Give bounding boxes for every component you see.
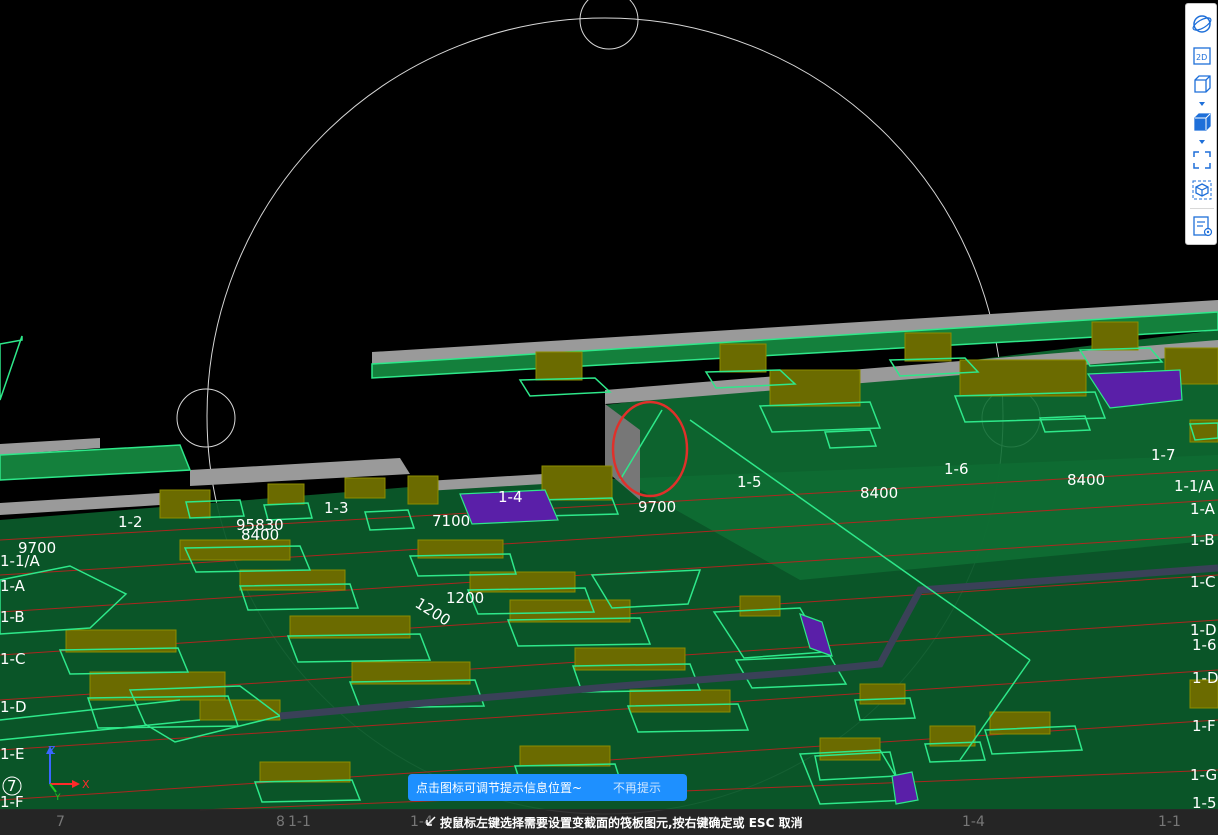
3d-box-button[interactable]	[1190, 72, 1214, 96]
solid-box-button[interactable]	[1190, 110, 1214, 134]
svg-text:8400: 8400	[241, 526, 279, 544]
status-grid-label: 8	[276, 814, 285, 830]
2d-view-button[interactable]: 2D	[1190, 44, 1214, 68]
3d-box-icon	[1194, 75, 1211, 93]
status-grid-label: 1-1	[288, 814, 311, 830]
svg-text:2D: 2D	[1196, 53, 1207, 62]
display-settings-icon	[1193, 216, 1213, 237]
svg-text:1-C: 1-C	[1190, 573, 1215, 591]
fullscreen-icon	[1193, 151, 1211, 169]
fullscreen-button[interactable]	[1190, 148, 1214, 172]
svg-text:1-D: 1-D	[0, 698, 27, 716]
toolbar-separator	[1190, 208, 1214, 209]
svg-text:1-1/A: 1-1/A	[1174, 477, 1215, 495]
svg-text:8400: 8400	[1067, 471, 1105, 489]
orbit-handle-top[interactable]	[579, 0, 639, 50]
svg-text:7: 7	[7, 777, 17, 795]
orbit-icon	[1192, 15, 1212, 33]
svg-text:1-4: 1-4	[498, 488, 523, 506]
3d-viewport[interactable]: 1-2 1-3 1-4 1-5 1-6 1-7 1-1/A 1-A 1-B 1-…	[0, 0, 1218, 835]
view-toolbar: 2D	[1185, 3, 1217, 245]
status-bar: 7 8 1-1 1-4 1-4 1-1 按鼠标左键选择需要设置变截面的筏板图元,…	[0, 809, 1218, 835]
svg-text:1-6: 1-6	[1192, 636, 1217, 654]
svg-text:9700: 9700	[18, 539, 56, 557]
view-cube-icon	[1192, 180, 1212, 200]
svg-text:1-3: 1-3	[324, 499, 349, 517]
solid-box-icon	[1194, 113, 1211, 131]
svg-text:1-E: 1-E	[0, 745, 24, 763]
svg-text:1-B: 1-B	[0, 608, 25, 626]
svg-text:1-B: 1-B	[1190, 531, 1215, 549]
svg-text:7100: 7100	[432, 512, 470, 530]
orbit-handle-left[interactable]	[176, 388, 236, 448]
svg-text:1-6: 1-6	[944, 460, 969, 478]
orbit-button[interactable]	[1190, 12, 1214, 36]
status-grid-label: 1-4	[962, 814, 985, 830]
svg-text:1-F: 1-F	[1192, 717, 1216, 735]
axis-z-label: Z	[48, 744, 56, 757]
2d-view-icon: 2D	[1193, 47, 1211, 65]
tip-text: 点击图标可调节提示信息位置~	[416, 781, 583, 795]
status-message: 按鼠标左键选择需要设置变截面的筏板图元,按右键确定或 ESC 取消	[440, 816, 803, 830]
display-mode-dropdown-caret[interactable]	[1197, 138, 1207, 146]
svg-text:1-D: 1-D	[1192, 669, 1218, 687]
svg-text:1-7: 1-7	[1151, 446, 1176, 464]
axis-y-label: Y	[54, 793, 61, 802]
axis-x-label: X	[82, 778, 90, 791]
svg-text:1-A: 1-A	[1190, 500, 1216, 518]
svg-text:8400: 8400	[860, 484, 898, 502]
3d-view-dropdown-caret[interactable]	[1197, 100, 1207, 108]
svg-text:1-2: 1-2	[118, 513, 143, 531]
axis-triad: Z X Y	[46, 744, 90, 802]
svg-text:1-A: 1-A	[0, 577, 26, 595]
tip-bubble[interactable]: 点击图标可调节提示信息位置~ 不再提示	[408, 774, 687, 801]
svg-text:1-5: 1-5	[737, 473, 762, 491]
status-grid-label: 1-1	[1158, 814, 1181, 830]
svg-text:9700: 9700	[638, 498, 676, 516]
svg-text:1-G: 1-G	[1190, 766, 1217, 784]
status-grid-label: 7	[56, 814, 65, 830]
display-settings-button[interactable]	[1190, 214, 1214, 238]
tip-dismiss-link[interactable]: 不再提示	[613, 779, 661, 796]
svg-text:1-C: 1-C	[0, 650, 25, 668]
view-cube-button[interactable]	[1190, 178, 1214, 202]
svg-text:1200: 1200	[446, 589, 484, 607]
cursor-hint-icon	[426, 816, 436, 826]
